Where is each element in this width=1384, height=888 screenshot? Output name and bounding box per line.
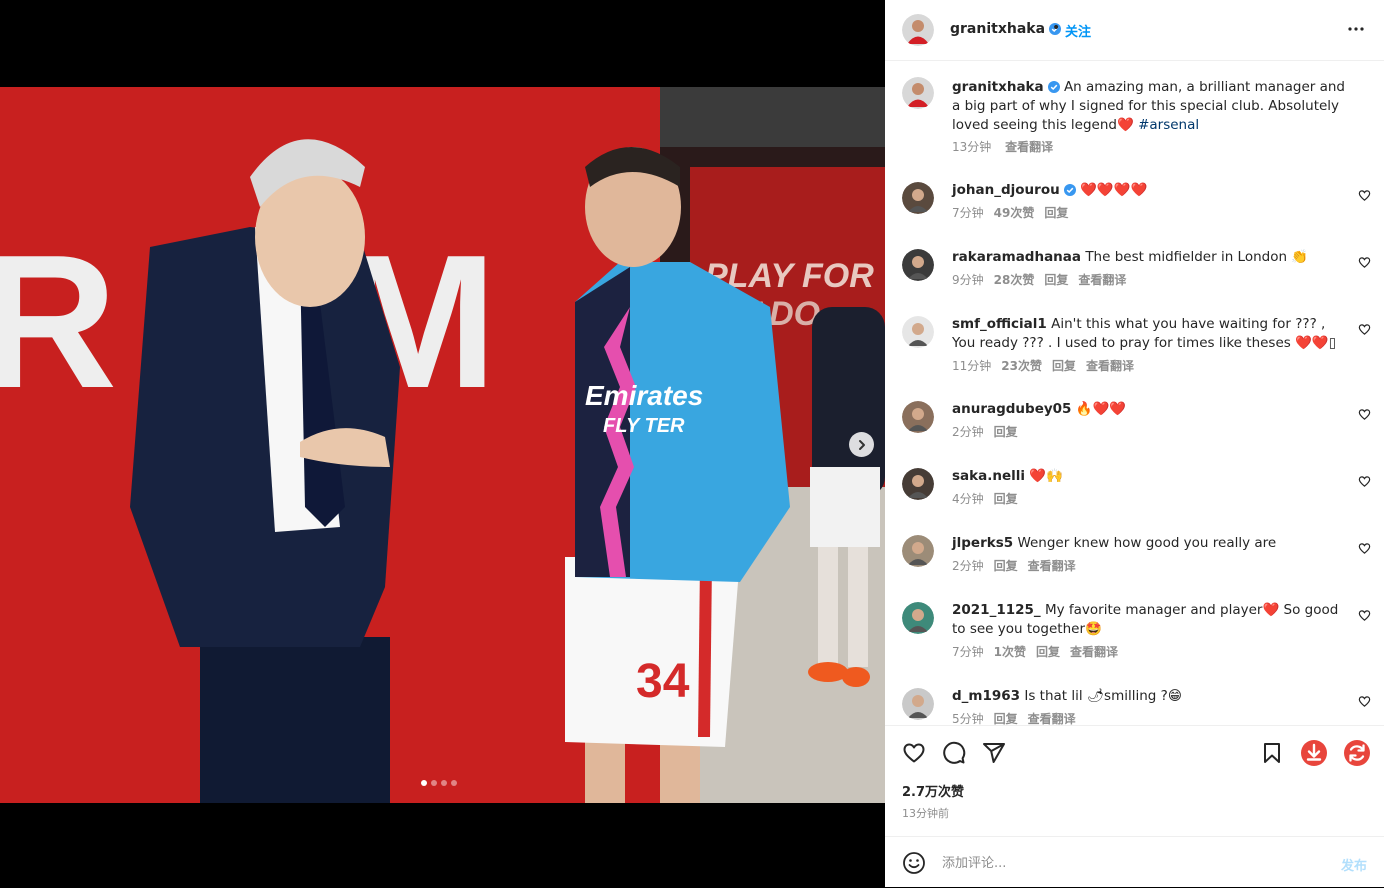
- like-comment-heart-icon[interactable]: [1358, 475, 1371, 488]
- comment-likes[interactable]: 49次赞: [994, 206, 1035, 220]
- avatar[interactable]: [902, 249, 934, 281]
- hashtag-link[interactable]: #arsenal: [1138, 117, 1199, 133]
- comment-username[interactable]: 2021_1125_: [952, 602, 1041, 618]
- svg-text:34: 34: [636, 655, 690, 708]
- comment-time: 11分钟: [952, 359, 992, 373]
- comment-time: 7分钟: [952, 645, 984, 659]
- post-comment-button[interactable]: 发布: [1341, 855, 1367, 874]
- avatar[interactable]: [902, 602, 934, 634]
- translate-button[interactable]: 查看翻译: [1070, 645, 1118, 659]
- translate-button[interactable]: 查看翻译: [1078, 273, 1126, 287]
- comment-icon[interactable]: [942, 741, 966, 765]
- like-comment-heart-icon[interactable]: [1358, 695, 1371, 708]
- comment-username[interactable]: johan_djourou: [952, 182, 1060, 198]
- comment-text: ❤️🙌: [1029, 468, 1063, 484]
- heart-icon[interactable]: [902, 741, 926, 765]
- svg-text:FLY TER: FLY TER: [603, 415, 685, 437]
- likes-count[interactable]: 2.7万次赞: [902, 781, 964, 800]
- reply-button[interactable]: 回复: [994, 559, 1018, 573]
- reply-button[interactable]: 回复: [1044, 206, 1068, 220]
- verified-badge-icon: [1063, 184, 1076, 196]
- comment-time: 4分钟: [952, 492, 984, 506]
- like-comment-heart-icon[interactable]: [1358, 323, 1371, 336]
- post-media: PLAY FOR RADO R TIM 34: [0, 0, 885, 887]
- like-comment-heart-icon[interactable]: [1358, 609, 1371, 622]
- translate-button[interactable]: 查看翻译: [1028, 559, 1076, 573]
- comment-username[interactable]: smf_official1: [952, 316, 1047, 332]
- comment-time: 2分钟: [952, 559, 984, 573]
- post-actions: 2.7万次赞 13分钟前: [885, 725, 1384, 837]
- separator-dot: •: [1052, 20, 1061, 36]
- comment-username[interactable]: jlperks5: [952, 535, 1013, 551]
- post-time: 13分钟前: [902, 807, 949, 820]
- avatar[interactable]: [902, 535, 934, 567]
- avatar[interactable]: [902, 688, 934, 720]
- more-options-icon[interactable]: [1347, 20, 1365, 38]
- carousel-indicator: [421, 780, 457, 786]
- comment-text: ❤️❤️❤️❤️: [1080, 182, 1148, 198]
- comment-text: Wenger knew how good you really are: [1017, 535, 1277, 551]
- avatar[interactable]: [902, 401, 934, 433]
- photo-illustration: PLAY FOR RADO R TIM 34: [0, 87, 885, 803]
- svg-text:Emirates: Emirates: [585, 380, 703, 411]
- like-comment-heart-icon[interactable]: [1358, 256, 1371, 269]
- comment-time: 5分钟: [952, 712, 984, 725]
- download-icon[interactable]: [1300, 739, 1328, 767]
- comment-username[interactable]: saka.nelli: [952, 468, 1025, 484]
- comments-list[interactable]: granitxhaka An amazing man, a brilliant …: [885, 61, 1384, 725]
- like-comment-heart-icon[interactable]: [1358, 189, 1371, 202]
- avatar[interactable]: [902, 468, 934, 500]
- post-photo[interactable]: PLAY FOR RADO R TIM 34: [0, 87, 885, 803]
- bookmark-icon[interactable]: [1260, 741, 1284, 765]
- comment-time: 2分钟: [952, 425, 984, 439]
- send-icon[interactable]: [982, 741, 1006, 765]
- like-comment-heart-icon[interactable]: [1358, 542, 1371, 555]
- post-author-username[interactable]: granitxhaka: [950, 21, 1062, 37]
- post-details-panel: granitxhaka • 关注 granitxhaka An amazing …: [885, 0, 1384, 887]
- reply-button[interactable]: 回复: [1036, 645, 1060, 659]
- caption-username[interactable]: granitxhaka: [952, 79, 1044, 95]
- reply-button[interactable]: 回复: [994, 425, 1018, 439]
- carousel-next-button[interactable]: [849, 432, 874, 457]
- reply-button[interactable]: 回复: [1044, 273, 1068, 287]
- post-header: granitxhaka • 关注: [885, 0, 1384, 61]
- verified-badge-icon: [1047, 81, 1060, 93]
- caption-time: 13分钟: [952, 140, 992, 154]
- chevron-right-icon: [858, 439, 865, 450]
- reply-button[interactable]: 回复: [1052, 359, 1076, 373]
- comment-time: 9分钟: [952, 273, 984, 287]
- comment-likes[interactable]: 23次赞: [1001, 359, 1042, 373]
- translate-button[interactable]: 查看翻译: [1005, 140, 1053, 154]
- avatar[interactable]: [902, 316, 934, 348]
- comment-time: 7分钟: [952, 206, 984, 220]
- follow-button[interactable]: 关注: [1065, 21, 1091, 40]
- carousel-dot: [441, 780, 447, 786]
- comment-likes[interactable]: 28次赞: [994, 273, 1035, 287]
- comment-username[interactable]: anuragdubey05: [952, 401, 1071, 417]
- comment-input[interactable]: [940, 849, 1324, 877]
- reply-button[interactable]: 回复: [994, 712, 1018, 725]
- comment-composer: 发布: [885, 836, 1384, 888]
- like-comment-heart-icon[interactable]: [1358, 408, 1371, 421]
- carousel-dot: [431, 780, 437, 786]
- caption-emoji: ❤️: [1116, 117, 1134, 133]
- comment-username[interactable]: rakaramadhanaa: [952, 249, 1081, 265]
- comment-text: 🔥❤️❤️: [1075, 401, 1127, 417]
- comment-text: The best midfielder in London 👏: [1085, 249, 1309, 265]
- emoji-icon[interactable]: [902, 851, 926, 875]
- avatar[interactable]: [902, 14, 934, 46]
- comment-text: Is that lil 🌶smilling ?😁: [1024, 688, 1182, 704]
- comment-likes[interactable]: 1次赞: [994, 645, 1026, 659]
- avatar[interactable]: [902, 77, 934, 109]
- username-text[interactable]: granitxhaka: [950, 21, 1045, 37]
- avatar[interactable]: [902, 182, 934, 214]
- carousel-dot: [421, 780, 427, 786]
- comment-username[interactable]: d_m1963: [952, 688, 1020, 704]
- translate-button[interactable]: 查看翻译: [1028, 712, 1076, 725]
- reply-button[interactable]: 回复: [994, 492, 1018, 506]
- translate-button[interactable]: 查看翻译: [1086, 359, 1134, 373]
- carousel-dot: [451, 780, 457, 786]
- refresh-icon[interactable]: [1343, 739, 1371, 767]
